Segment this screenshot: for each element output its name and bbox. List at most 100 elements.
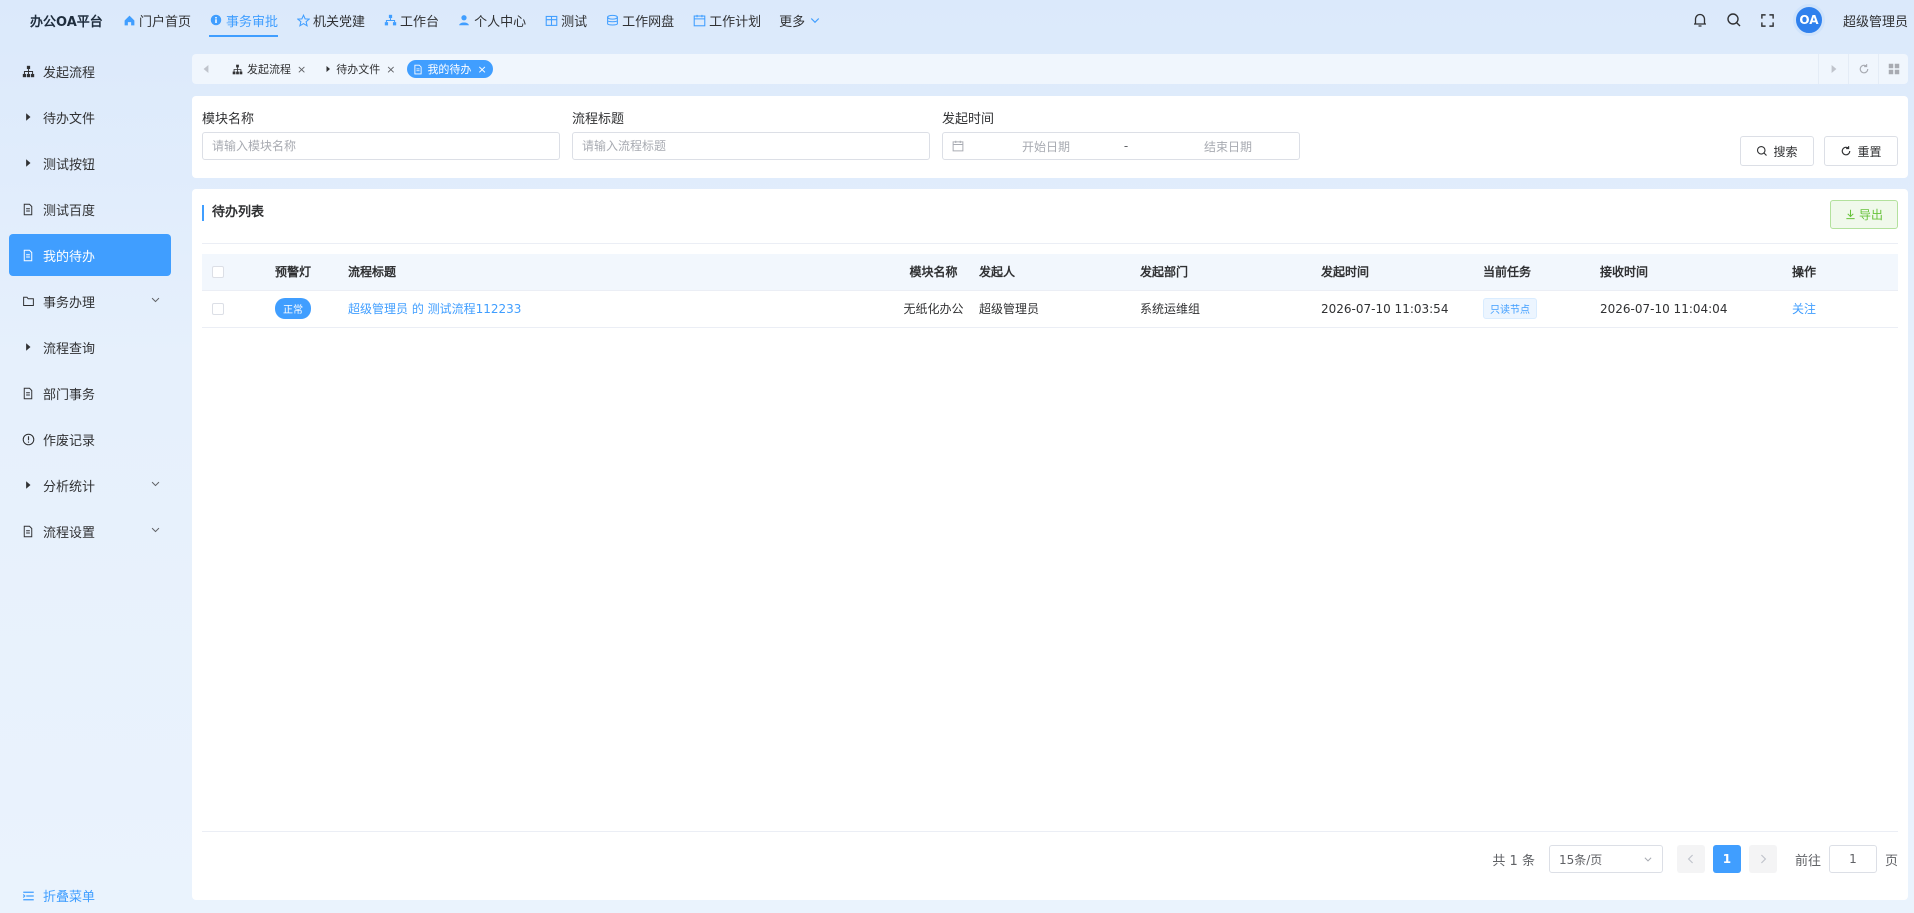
status-badge: 正常 xyxy=(275,298,311,319)
receive-time-cell: 2026-07-10 11:04:04 xyxy=(1600,301,1728,316)
process-title-link[interactable]: 超级管理员 的 测试流程112233 xyxy=(348,302,521,316)
document-icon xyxy=(21,202,35,216)
sidebar-item-analytics[interactable]: 分析统计 xyxy=(9,464,171,506)
apps-grid-icon[interactable] xyxy=(1878,54,1908,84)
star-icon xyxy=(296,13,310,27)
tabs-scroll-right-icon[interactable] xyxy=(1818,54,1848,84)
todo-table: 预警灯 流程标题 模块名称 发起人 发起部门 发起时间 当前任务 接收时间 操作… xyxy=(202,254,1898,328)
info-icon xyxy=(209,13,223,27)
sidebar: 发起流程 待办文件 测试按钮 测试百度 我的待办 事务办理 流程查询 部门事务 … xyxy=(0,50,180,913)
sidebar-item-dept-affairs[interactable]: 部门事务 xyxy=(9,372,171,414)
next-page-button[interactable] xyxy=(1748,845,1777,873)
workbench-icon xyxy=(383,13,397,27)
todo-list-panel: 待办列表 导出 预警灯 流程标题 模块名称 发起人 发起部门 发起时间 当前任务… xyxy=(192,189,1908,900)
module-name-input[interactable] xyxy=(202,132,560,160)
tab-my-todo[interactable]: 我的待办 × xyxy=(407,60,493,78)
table-row[interactable]: 正常 超级管理员 的 测试流程112233 无纸化办公 超级管理员 系统运维组 … xyxy=(202,290,1898,327)
sidebar-item-test-button[interactable]: 测试按钮 xyxy=(9,142,171,184)
org-chart-icon xyxy=(232,64,243,75)
column-header: 发起人 xyxy=(979,265,1016,280)
column-header: 模块名称 xyxy=(909,265,958,280)
username[interactable]: 超级管理员 xyxy=(1843,11,1908,30)
close-icon[interactable]: × xyxy=(386,63,395,76)
folder-icon xyxy=(21,294,35,308)
process-title-input[interactable] xyxy=(572,132,930,160)
page-size-select[interactable]: 15条/页 xyxy=(1548,845,1663,873)
follow-link[interactable]: 关注 xyxy=(1792,302,1816,316)
goto-label: 前往 xyxy=(1794,853,1821,869)
fullscreen-icon[interactable] xyxy=(1759,11,1777,29)
sidebar-item-process-query[interactable]: 流程查询 xyxy=(9,326,171,368)
refresh-icon xyxy=(1840,145,1852,157)
goto-page-input[interactable] xyxy=(1828,845,1877,873)
column-header: 预警灯 xyxy=(274,265,311,280)
nav-item-label: 工作计划 xyxy=(709,14,762,30)
sidebar-item-my-todo[interactable]: 我的待办 xyxy=(9,234,171,276)
chevron-down-icon xyxy=(808,13,822,27)
sidebar-item-void-records[interactable]: 作废记录 xyxy=(9,418,171,460)
nav-item-test[interactable]: 测试 xyxy=(544,0,587,40)
sidebar-item-label: 事务办理 xyxy=(43,295,96,311)
sidebar-item-pending-files[interactable]: 待办文件 xyxy=(9,96,171,138)
tab-label: 发起流程 xyxy=(247,63,291,76)
nav-item-netdisk[interactable]: 工作网盘 xyxy=(605,0,674,40)
nav-item-portal[interactable]: 门户首页 xyxy=(122,0,191,40)
search-icon[interactable] xyxy=(1725,11,1743,29)
date-range-picker[interactable]: 开始日期 - 结束日期 xyxy=(942,132,1300,160)
tabs-scroll-left-icon[interactable] xyxy=(192,54,220,84)
process-title-field: 流程标题 xyxy=(572,108,930,160)
refresh-icon[interactable] xyxy=(1848,54,1878,84)
user-icon xyxy=(457,13,471,27)
search-icon xyxy=(1756,145,1768,157)
search-button[interactable]: 搜索 xyxy=(1740,136,1814,166)
nav-item-party[interactable]: 机关党建 xyxy=(296,0,365,40)
sidebar-item-start-process[interactable]: 发起流程 xyxy=(9,50,171,92)
document-icon xyxy=(21,248,35,262)
process-title-label: 流程标题 xyxy=(572,112,625,127)
close-icon[interactable]: × xyxy=(477,63,486,76)
org-chart-icon xyxy=(21,64,35,78)
divider xyxy=(202,831,1898,832)
top-bar: 办公OA平台 门户首页 事务审批 机关党建 工作台 个人中心 测试 工作网盘 工… xyxy=(0,0,1914,40)
calendar-icon xyxy=(952,140,964,152)
nav-item-more[interactable]: 更多 xyxy=(779,0,825,40)
row-checkbox[interactable] xyxy=(202,290,246,327)
action-cell: 关注 xyxy=(1792,290,1898,327)
sidebar-item-label: 我的待办 xyxy=(43,249,96,265)
sidebar-item-label: 流程设置 xyxy=(43,525,96,541)
nav-item-plan[interactable]: 工作计划 xyxy=(692,0,761,40)
top-right-tools: OA 超级管理员 xyxy=(1675,0,1908,40)
avatar[interactable]: OA xyxy=(1792,4,1825,36)
sidebar-item-label: 部门事务 xyxy=(43,387,96,403)
search-panel: 模块名称 流程标题 发起时间 开始日期 - 结束日期 搜索 重置 xyxy=(192,96,1908,178)
date-range-separator: - xyxy=(1123,139,1129,153)
chevron-left-icon xyxy=(1687,854,1693,864)
column-header: 发起时间 xyxy=(1321,265,1370,280)
reset-button[interactable]: 重置 xyxy=(1824,136,1898,166)
chevron-down-icon xyxy=(150,294,161,309)
export-button[interactable]: 导出 xyxy=(1830,200,1898,229)
start-date-input[interactable]: 开始日期 xyxy=(986,138,1106,155)
nav-item-personal[interactable]: 个人中心 xyxy=(457,0,526,40)
nav-item-label: 更多 xyxy=(779,14,806,30)
page-number-current[interactable]: 1 xyxy=(1712,845,1741,873)
tab-pending-files[interactable]: 待办文件 × xyxy=(318,60,401,78)
bell-icon[interactable] xyxy=(1691,11,1709,29)
sidebar-item-label: 待办文件 xyxy=(43,111,96,127)
collapse-menu-button[interactable]: 折叠菜单 xyxy=(22,886,95,905)
caret-right-icon xyxy=(324,65,332,73)
sidebar-item-label: 分析统计 xyxy=(43,479,96,495)
prev-page-button[interactable] xyxy=(1676,845,1705,873)
task-tag: 只读节点 xyxy=(1483,298,1537,319)
nav-item-approval[interactable]: 事务审批 xyxy=(209,0,279,40)
sidebar-item-affairs[interactable]: 事务办理 xyxy=(9,280,171,322)
collapse-menu-label: 折叠菜单 xyxy=(43,890,96,905)
close-icon[interactable]: × xyxy=(297,63,306,76)
sidebar-item-test-baidu[interactable]: 测试百度 xyxy=(9,188,171,230)
sidebar-item-process-settings[interactable]: 流程设置 xyxy=(9,510,171,552)
download-icon xyxy=(1845,209,1856,220)
tab-start-process[interactable]: 发起流程 × xyxy=(226,60,312,78)
select-all-checkbox[interactable] xyxy=(202,254,246,290)
nav-item-workbench[interactable]: 工作台 xyxy=(383,0,439,40)
end-date-input[interactable]: 结束日期 xyxy=(1168,138,1288,155)
